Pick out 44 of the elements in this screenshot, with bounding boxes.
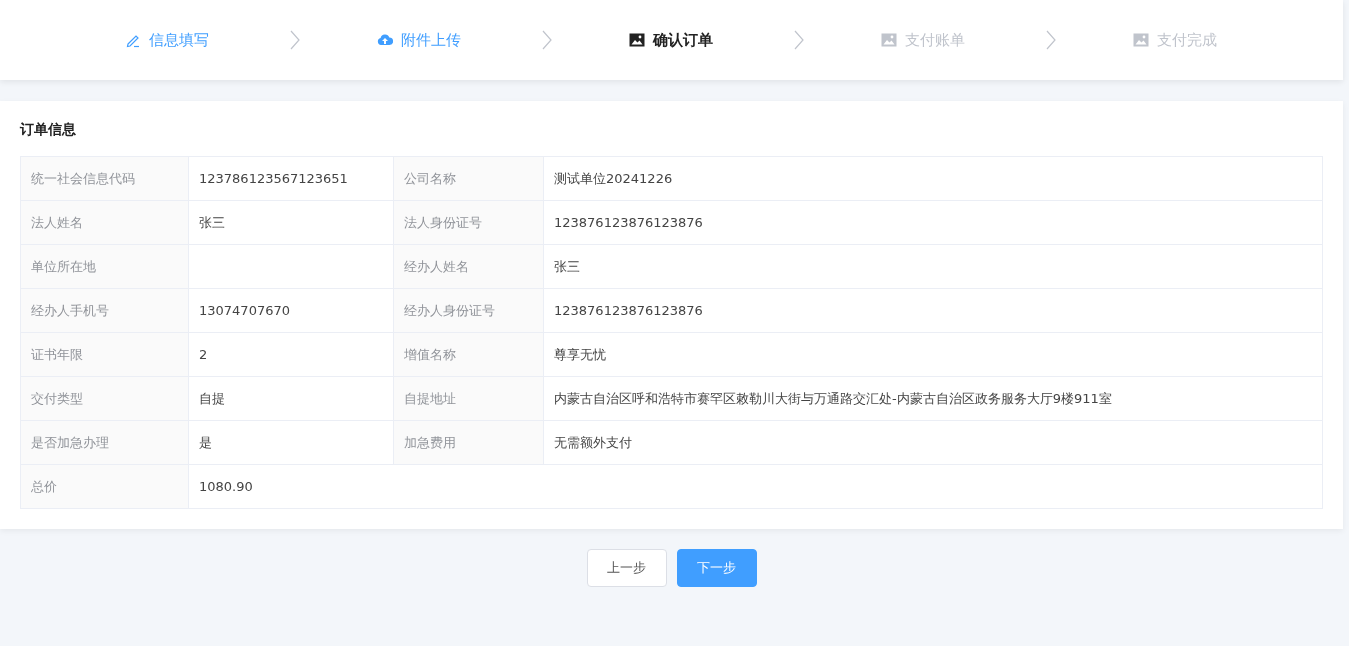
chevron-right-icon (1046, 30, 1056, 50)
field-label: 是否加急办理 (20, 420, 189, 465)
field-label: 公司名称 (393, 156, 544, 201)
field-value: 123786123567123651 (188, 156, 394, 201)
field-label: 自提地址 (393, 376, 544, 421)
field-value: 1080.90 (188, 464, 1323, 509)
image-icon (629, 33, 645, 47)
field-label: 经办人姓名 (393, 244, 544, 289)
step-label: 确认订单 (653, 29, 713, 51)
field-value: 123876123876123876 (543, 288, 1323, 333)
field-label: 增值名称 (393, 332, 544, 377)
field-value: 2 (188, 332, 394, 377)
field-value: 尊享无忧 (543, 332, 1323, 377)
step-label: 支付账单 (905, 29, 965, 51)
field-label: 加急费用 (393, 420, 544, 465)
field-value: 张三 (543, 244, 1323, 289)
field-value: 是 (188, 420, 394, 465)
chevron-right-icon (290, 30, 300, 50)
chevron-right-icon (542, 30, 552, 50)
step-label: 信息填写 (149, 29, 209, 51)
field-label: 总价 (20, 464, 189, 509)
field-value: 张三 (188, 200, 394, 245)
field-value: 13074707670 (188, 288, 394, 333)
step-label: 支付完成 (1157, 29, 1217, 51)
field-value: 123876123876123876 (543, 200, 1323, 245)
image-icon (881, 33, 897, 47)
field-value: 内蒙古自治区呼和浩特市赛罕区敕勒川大街与万通路交汇处-内蒙古自治区政务服务大厅9楼911室 (543, 376, 1323, 421)
cloud-upload-icon (377, 33, 393, 47)
field-label: 经办人手机号 (20, 288, 189, 333)
field-label: 经办人身份证号 (393, 288, 544, 333)
field-label: 证书年限 (20, 332, 189, 377)
field-label: 单位所在地 (20, 244, 189, 289)
field-label: 法人身份证号 (393, 200, 544, 245)
image-icon (1133, 33, 1149, 47)
field-label: 交付类型 (20, 376, 189, 421)
chevron-right-icon (794, 30, 804, 50)
field-label: 统一社会信息代码 (20, 156, 189, 201)
section-title: 订单信息 (20, 120, 77, 139)
back-button[interactable]: 上一步 (586, 549, 667, 587)
field-value: 自提 (188, 376, 394, 421)
field-label: 法人姓名 (20, 200, 189, 245)
step-label: 附件上传 (401, 29, 461, 51)
field-value: 无需额外支付 (543, 420, 1323, 465)
field-value: 测试单位20241226 (543, 156, 1323, 201)
